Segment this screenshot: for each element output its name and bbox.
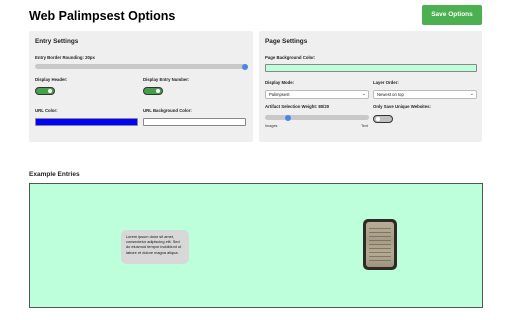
display-mode-value: Palimpsest: [269, 92, 290, 97]
toggle-knob: [376, 117, 380, 121]
artifact-weight-label: Artifact Selection Weight: 80/20: [265, 104, 330, 109]
artifact-min-label: Images: [265, 124, 278, 128]
layer-order-value: Newest on top: [377, 92, 404, 97]
layer-order-label: Layer Order:: [373, 80, 399, 85]
chevron-down-icon: ⌄: [361, 91, 366, 97]
example-entries-preview: Lorem ipsum dolor sit amet, consectetur …: [29, 183, 483, 308]
example-entries-title: Example Entries: [29, 171, 80, 178]
example-image-entry[interactable]: [363, 219, 397, 270]
display-header-label: Display Header:: [35, 77, 68, 82]
display-entry-number-label: Display Entry Number:: [143, 77, 190, 82]
page-bg-color-label: Page Background Color:: [265, 55, 316, 60]
unique-sites-label: Only Save Unique Websites:: [373, 104, 431, 109]
border-rounding-slider-thumb[interactable]: [242, 63, 248, 70]
border-rounding-label: Entry Border Rounding: 20px: [35, 55, 95, 60]
example-text-entry[interactable]: Lorem ipsum dolor sit amet, consectetur …: [121, 230, 189, 264]
layer-order-select[interactable]: Newest on top ⌄: [373, 90, 477, 99]
url-bg-color-picker[interactable]: [143, 118, 246, 126]
display-header-toggle[interactable]: [35, 87, 55, 95]
artifact-max-label: Text: [361, 124, 368, 128]
save-options-button[interactable]: Save Options: [422, 5, 482, 25]
display-mode-label: Display Mode:: [265, 80, 295, 85]
artifact-weight-slider[interactable]: [265, 114, 369, 121]
page-settings-title: Page Settings: [265, 38, 308, 45]
url-color-label: URL Color:: [35, 108, 58, 113]
toggle-knob: [48, 89, 52, 93]
display-entry-number-toggle[interactable]: [143, 87, 163, 95]
page-settings-panel: Page Settings Page Background Color: Dis…: [259, 31, 482, 142]
toggle-knob: [156, 89, 160, 93]
document-image: [366, 222, 394, 267]
chevron-down-icon: ⌄: [469, 91, 474, 97]
entry-settings-panel: Entry Settings Entry Border Rounding: 20…: [29, 31, 253, 142]
display-mode-select[interactable]: Palimpsest ⌄: [265, 90, 369, 99]
unique-sites-toggle[interactable]: [373, 115, 393, 123]
url-color-picker[interactable]: [35, 118, 138, 126]
border-rounding-slider[interactable]: [35, 63, 248, 70]
page-bg-color-picker[interactable]: [265, 64, 477, 72]
url-bg-color-label: URL Background Color:: [143, 108, 192, 113]
entry-settings-title: Entry Settings: [35, 38, 79, 45]
artifact-weight-slider-thumb[interactable]: [284, 114, 291, 121]
page-title: Web Palimpsest Options: [29, 9, 176, 23]
